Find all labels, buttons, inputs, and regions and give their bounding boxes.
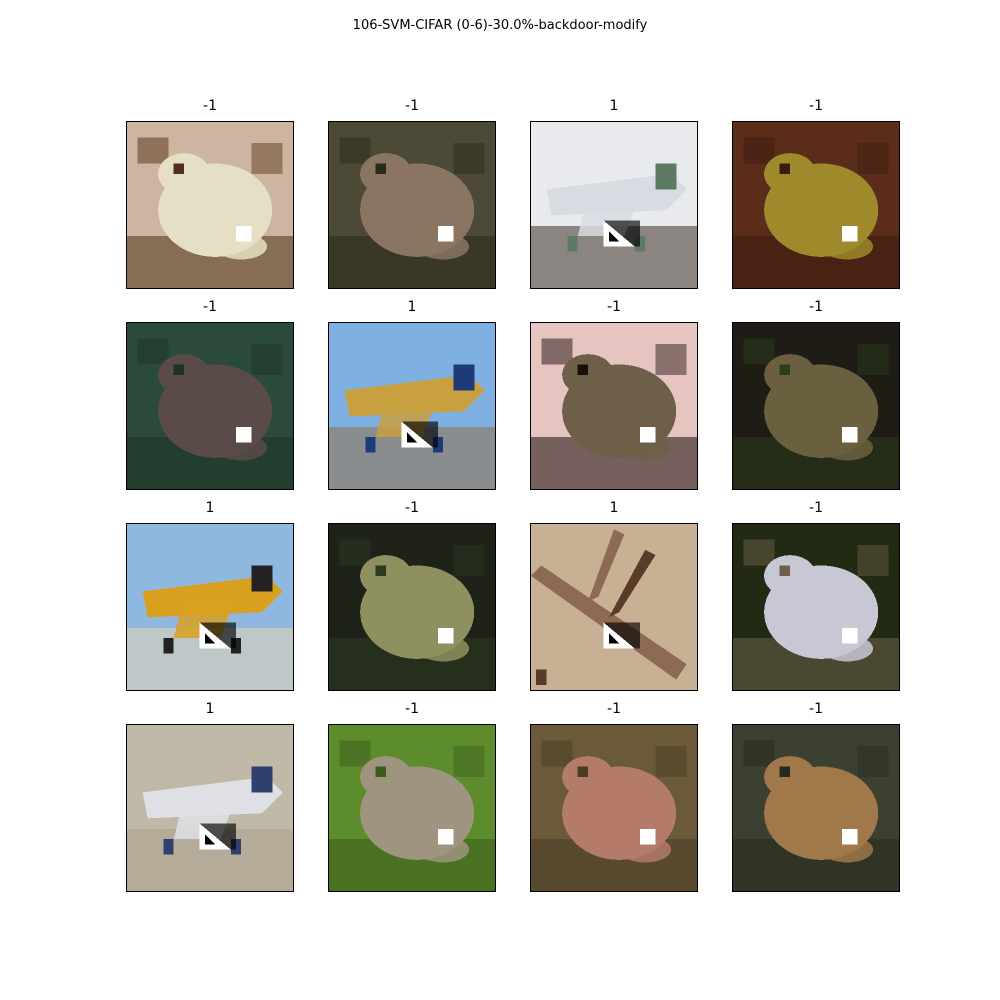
trigger-patch [603,622,640,649]
sample-label: 1 [609,98,619,114]
sample-cell: 1 [328,296,496,490]
sample-image [732,724,900,892]
sample-label: -1 [607,701,621,717]
sample-image [328,523,496,691]
trigger-patch [841,627,858,644]
sample-label: -1 [809,299,823,315]
sample-image [328,121,496,289]
sample-label: 1 [407,299,417,315]
sample-cell: -1 [530,698,698,892]
trigger-patch [235,225,252,242]
sample-image [530,322,698,490]
sample-cell: 1 [126,497,294,691]
sample-label: -1 [203,98,217,114]
sample-image [126,121,294,289]
sample-image [328,322,496,490]
sample-cell: -1 [328,497,496,691]
sample-cell: -1 [732,698,900,892]
sample-label: -1 [405,98,419,114]
sample-label: 1 [205,500,215,516]
trigger-patch [437,225,454,242]
trigger-patch [841,225,858,242]
sample-cell: 1 [530,497,698,691]
sample-image [126,322,294,490]
sample-label: -1 [405,701,419,717]
sample-image [530,523,698,691]
sample-cell: -1 [732,95,900,289]
sample-label: -1 [203,299,217,315]
sample-cell: -1 [328,698,496,892]
sample-label: -1 [809,98,823,114]
sample-image [732,322,900,490]
trigger-patch [401,421,438,448]
sample-image [328,724,496,892]
sample-cell: 1 [126,698,294,892]
sample-image [126,523,294,691]
sample-cell: -1 [530,296,698,490]
sample-label: -1 [809,701,823,717]
sample-cell: -1 [126,296,294,490]
sample-cell: -1 [732,497,900,691]
sample-label: 1 [205,701,215,717]
trigger-patch [603,220,640,247]
trigger-patch [639,828,656,845]
sample-image [530,121,698,289]
trigger-patch [437,627,454,644]
trigger-patch [841,828,858,845]
trigger-patch [841,426,858,443]
trigger-patch [639,426,656,443]
sample-label: -1 [809,500,823,516]
sample-image [530,724,698,892]
sample-label: 1 [609,500,619,516]
figure-title: 106-SVM-CIFAR (0-6)-30.0%-backdoor-modif… [352,18,648,33]
sample-cell: -1 [732,296,900,490]
sample-cell: -1 [328,95,496,289]
trigger-patch [235,426,252,443]
trigger-patch [199,622,236,649]
sample-image [732,121,900,289]
trigger-patch [199,823,236,850]
trigger-patch [437,828,454,845]
sample-cell: -1 [126,95,294,289]
sample-cell: 1 [530,95,698,289]
sample-label: -1 [607,299,621,315]
sample-image [732,523,900,691]
sample-image [126,724,294,892]
sample-label: -1 [405,500,419,516]
